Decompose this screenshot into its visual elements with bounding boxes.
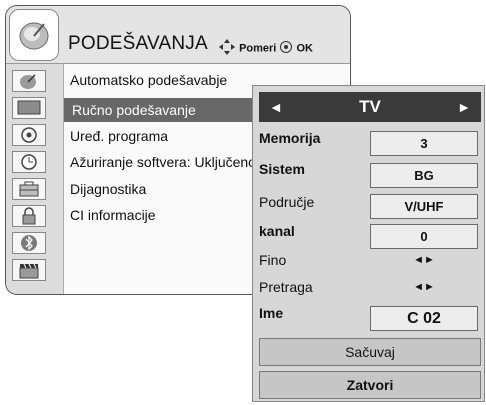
dpad-icon	[218, 38, 236, 59]
fine-label: Fino	[259, 252, 287, 268]
menu-title: PODEŠAVANJA	[68, 33, 208, 54]
menu-item-ci-info[interactable]: CI informacije	[70, 207, 156, 223]
satellite-dish-icon[interactable]	[12, 70, 46, 92]
arrow-right-icon[interactable]: ►	[457, 99, 471, 115]
band-label: Područje	[259, 194, 315, 210]
name-label: Ime	[259, 305, 284, 321]
disc-icon[interactable]	[12, 124, 46, 146]
search-arrows-icon[interactable]: ◄►	[370, 281, 478, 293]
menu-item-program-edit[interactable]: Uređ. programa	[70, 128, 168, 144]
source-value: TV	[359, 97, 381, 116]
monitor-icon[interactable]	[12, 97, 46, 119]
name-value[interactable]: C 02	[370, 306, 478, 331]
clapperboard-icon[interactable]	[12, 259, 46, 281]
menu-item-manual-tuning[interactable]: Ručno podešavanje	[64, 98, 264, 122]
hint-ok-label: OK	[296, 42, 313, 55]
bluetooth-icon[interactable]	[12, 232, 46, 254]
band-value[interactable]: V/UHF	[370, 194, 478, 219]
close-button[interactable]: Zatvori	[259, 371, 481, 399]
icon-column	[6, 64, 64, 294]
memory-value[interactable]: 3	[370, 131, 478, 156]
menu-item-auto-tuning[interactable]: Automatsko podešavabje	[70, 72, 227, 88]
menu-header: PODEŠAVANJA Pomeri OK	[6, 6, 350, 64]
toolbox-icon[interactable]	[12, 178, 46, 200]
system-label: Sistem	[259, 161, 305, 177]
channel-value[interactable]: 0	[370, 224, 478, 249]
source-selector[interactable]: ◄ TV ►	[259, 92, 481, 122]
system-value[interactable]: BG	[370, 163, 478, 188]
save-button[interactable]: Sačuvaj	[259, 338, 481, 366]
satellite-dish-logo-icon	[9, 9, 59, 61]
manual-tuning-panel: ◄ TV ► Memorija 3 Sistem BG Područje V/U…	[252, 85, 485, 402]
hint-move-label: Pomeri	[239, 42, 277, 55]
fine-arrows-icon[interactable]: ◄►	[370, 254, 478, 266]
lock-icon[interactable]	[12, 205, 46, 227]
memory-label: Memorija	[259, 130, 321, 146]
channel-label: kanal	[259, 223, 295, 239]
menu-item-software-update[interactable]: Ažuriranje softvera: Uključeno	[70, 154, 256, 170]
menu-item-diagnostics[interactable]: Dijagnostika	[70, 181, 146, 197]
search-label: Pretraga	[259, 279, 313, 295]
navigation-hint: Pomeri OK	[218, 38, 313, 59]
clock-icon[interactable]	[12, 151, 46, 173]
ok-circle-icon	[279, 40, 293, 57]
